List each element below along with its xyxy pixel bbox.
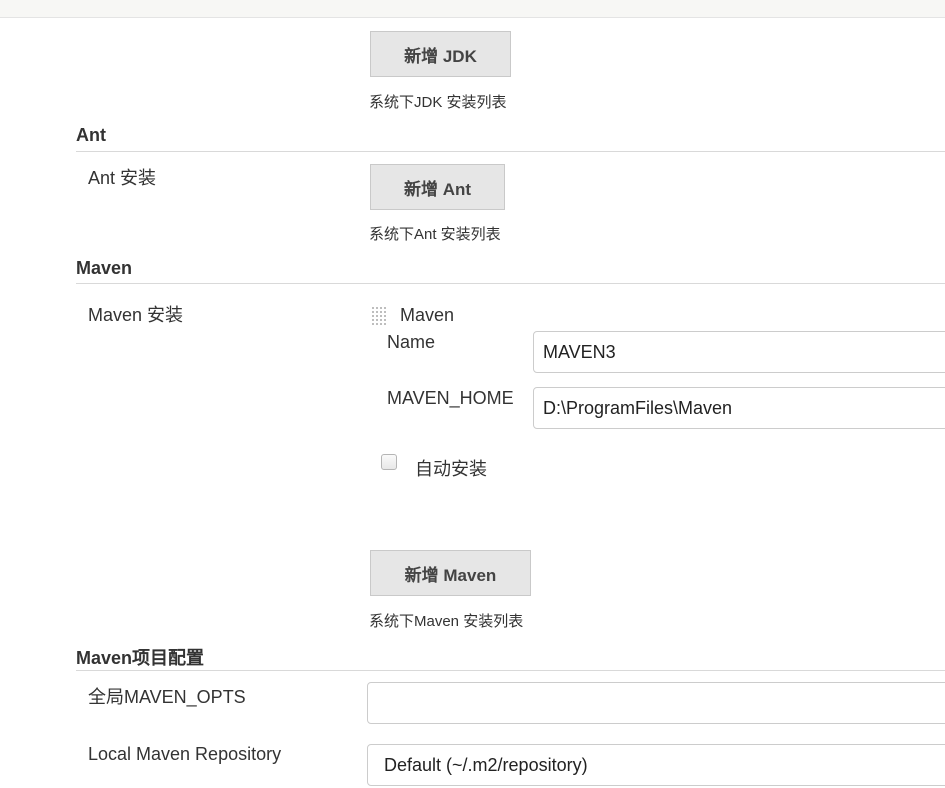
local-repo-select[interactable]: Default (~/.m2/repository)	[367, 744, 945, 786]
ant-hint: 系统下Ant 安装列表	[369, 226, 501, 243]
section-divider	[76, 670, 945, 671]
section-title-ant: Ant	[76, 125, 106, 145]
maven-opts-input[interactable]	[367, 682, 945, 724]
jdk-hint: 系统下JDK 安装列表	[369, 94, 507, 111]
auto-install-label: 自动安装	[415, 459, 487, 479]
maven-name-input[interactable]	[533, 331, 945, 373]
add-maven-button[interactable]: 新增 Maven	[370, 550, 531, 596]
maven-name-label: Name	[387, 332, 436, 352]
auto-install-checkbox[interactable]	[381, 454, 397, 470]
section-title-maven-project: Maven项目配置	[76, 648, 205, 668]
local-repo-label: Local Maven Repository	[88, 744, 282, 764]
section-divider	[76, 151, 945, 152]
drag-handle-icon[interactable]	[371, 306, 388, 325]
section-divider	[76, 283, 945, 284]
ant-install-label: Ant 安装	[88, 168, 157, 188]
maven-install-label: Maven 安装	[88, 305, 184, 325]
add-ant-button[interactable]: 新增 Ant	[370, 164, 505, 210]
section-title-maven: Maven	[76, 258, 133, 278]
maven-home-input[interactable]	[533, 387, 945, 429]
maven-hint: 系统下Maven 安装列表	[369, 613, 524, 630]
add-jdk-button[interactable]: 新增 JDK	[370, 31, 511, 77]
top-bar	[0, 0, 945, 18]
maven-opts-label: 全局MAVEN_OPTS	[88, 687, 246, 707]
maven-entry-header: Maven	[400, 305, 455, 325]
maven-home-label: MAVEN_HOME	[387, 388, 514, 408]
